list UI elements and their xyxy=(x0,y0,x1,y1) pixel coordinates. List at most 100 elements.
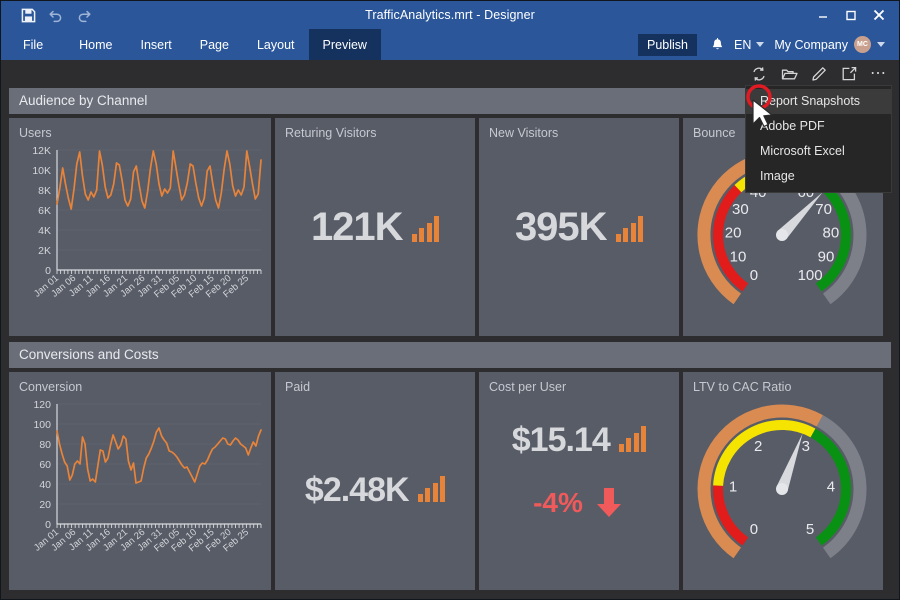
kpi-main-paid: $2.48K xyxy=(304,470,446,509)
svg-text:70: 70 xyxy=(815,201,832,218)
svg-text:3: 3 xyxy=(802,438,810,455)
panel-title-ltv-to-cac: LTV to CAC Ratio xyxy=(693,380,792,394)
kpi-body-cost-per-user: $15.14 -4% xyxy=(479,372,679,590)
panel-new-visitors[interactable]: New Visitors 395K xyxy=(479,118,679,336)
ribbon-right-actions: Publish EN My Company MC xyxy=(637,29,899,60)
svg-text:5: 5 xyxy=(806,521,814,538)
sparkline-bar xyxy=(641,426,647,453)
kpi-value-cost-per-user: $15.14 xyxy=(511,421,611,459)
kpi-delta-cost-per-user: -4% xyxy=(533,486,625,520)
maximize-button[interactable] xyxy=(837,2,865,28)
close-button[interactable] xyxy=(865,2,893,28)
svg-text:80: 80 xyxy=(39,439,51,451)
arrow-down-icon xyxy=(596,488,621,518)
menu-item-microsoft-excel[interactable]: Microsoft Excel xyxy=(746,139,891,164)
ltv-gauge: 0 1 2 3 4 5 xyxy=(697,404,867,559)
svg-text:10K: 10K xyxy=(32,165,51,177)
sparkline-bar xyxy=(626,438,632,453)
section-header-conversions: Conversions and Costs xyxy=(9,342,891,368)
kpi-main-cost-per-user: $15.14 xyxy=(511,421,647,459)
export-dropdown-menu: Report Snapshots Adobe PDF Microsoft Exc… xyxy=(745,85,892,193)
edit-pencil-icon[interactable] xyxy=(810,65,828,83)
kpi-body-paid: $2.48K xyxy=(275,372,475,590)
sparkline-cost-per-user xyxy=(618,426,647,456)
open-folder-icon[interactable] xyxy=(780,65,798,83)
sparkline-bar xyxy=(623,228,629,242)
minimize-button[interactable] xyxy=(809,2,837,28)
kpi-body-new-visitors: 395K xyxy=(479,118,679,336)
panel-paid[interactable]: Paid $2.48K xyxy=(275,372,475,590)
svg-text:6K: 6K xyxy=(38,205,51,217)
sparkline-bar xyxy=(615,234,621,242)
sparkline-bar xyxy=(638,216,644,242)
more-options-icon[interactable]: ⋯ xyxy=(870,66,887,82)
svg-text:2: 2 xyxy=(754,438,762,455)
svg-text:2K: 2K xyxy=(38,245,51,257)
refresh-icon[interactable] xyxy=(750,65,768,83)
language-label: EN xyxy=(733,37,752,52)
sparkline-bar xyxy=(411,234,417,242)
tab-file[interactable]: File xyxy=(1,29,65,60)
sparkline-new-visitors xyxy=(615,216,644,246)
undo-icon[interactable] xyxy=(43,4,69,26)
panel-title-conversion: Conversion xyxy=(19,380,83,394)
menu-item-report-snapshots[interactable]: Report Snapshots xyxy=(746,89,891,114)
svg-text:0: 0 xyxy=(750,267,758,284)
svg-text:30: 30 xyxy=(732,201,749,218)
save-floppy-icon[interactable] xyxy=(15,4,41,26)
svg-text:100: 100 xyxy=(798,267,823,284)
sparkline-bar xyxy=(434,216,440,242)
kpi-value-paid: $2.48K xyxy=(304,470,410,509)
sparkline-bar xyxy=(425,488,431,503)
kpi-body-returning: 121K xyxy=(275,118,475,336)
kpi-delta-value: -4% xyxy=(533,487,583,519)
sparkline-returning xyxy=(411,216,440,246)
svg-text:40: 40 xyxy=(39,479,51,491)
sparkline-bar xyxy=(630,223,636,242)
tab-insert[interactable]: Insert xyxy=(127,29,186,60)
svg-text:4K: 4K xyxy=(38,225,51,237)
notification-bell-icon[interactable] xyxy=(705,37,730,52)
sparkline-bar xyxy=(417,494,423,503)
chevron-down-icon xyxy=(877,42,885,47)
kpi-value-new-visitors: 395K xyxy=(514,205,608,249)
svg-text:20: 20 xyxy=(39,499,51,511)
svg-text:12K: 12K xyxy=(32,145,51,157)
panel-returning-visitors[interactable]: Returing Visitors 121K xyxy=(275,118,475,336)
account-menu[interactable]: My Company MC xyxy=(768,36,891,53)
document-toolbar: ⋯ xyxy=(1,60,899,88)
window-title: TrafficAnalytics.mrt - Designer xyxy=(365,8,535,22)
svg-text:1: 1 xyxy=(729,478,737,495)
svg-text:8K: 8K xyxy=(38,185,51,197)
sparkline-bar xyxy=(432,483,438,503)
panel-row-bottom: Conversion 0 20 40 60 80 100 120 Jan 01 Jan 06 Ja… xyxy=(9,372,891,590)
ribbon-tabs: File Home Insert Page Layout Preview Pub… xyxy=(1,29,899,60)
company-label: My Company xyxy=(774,37,848,52)
title-bar: TrafficAnalytics.mrt - Designer xyxy=(1,1,899,29)
sparkline-bar xyxy=(633,433,639,453)
redo-icon[interactable] xyxy=(71,4,97,26)
panel-ltv-to-cac[interactable]: LTV to CAC Ratio 0 1 2 3 4 5 xyxy=(683,372,883,590)
tab-layout[interactable]: Layout xyxy=(243,29,309,60)
svg-text:80: 80 xyxy=(823,224,840,241)
export-icon[interactable] xyxy=(840,65,858,83)
tab-preview[interactable]: Preview xyxy=(308,29,381,60)
menu-item-image[interactable]: Image xyxy=(746,164,891,189)
panel-conversion[interactable]: Conversion 0 20 40 60 80 100 120 Jan 01 Jan 06 Ja… xyxy=(9,372,271,590)
panel-users[interactable]: Users 0 2K 4K 6K 8K 10K 12K Jan 01 Jan 06 Jan 11 J… xyxy=(9,118,271,336)
ribbon-spacer xyxy=(381,29,638,60)
menu-item-adobe-pdf[interactable]: Adobe PDF xyxy=(746,114,891,139)
publish-button[interactable]: Publish xyxy=(637,33,697,56)
tab-home[interactable]: Home xyxy=(65,29,126,60)
designer-window: TrafficAnalytics.mrt - Designer File Hom… xyxy=(0,0,900,600)
avatar: MC xyxy=(854,36,871,53)
kpi-value-returning: 121K xyxy=(310,205,404,249)
tab-page[interactable]: Page xyxy=(186,29,243,60)
sparkline-bar xyxy=(419,228,425,242)
svg-text:4: 4 xyxy=(827,478,835,495)
svg-text:60: 60 xyxy=(39,459,51,471)
sparkline-paid xyxy=(417,476,446,506)
panel-cost-per-user[interactable]: Cost per User $15.14 -4% xyxy=(479,372,679,590)
svg-text:90: 90 xyxy=(818,249,835,266)
language-selector[interactable]: EN xyxy=(732,38,766,52)
